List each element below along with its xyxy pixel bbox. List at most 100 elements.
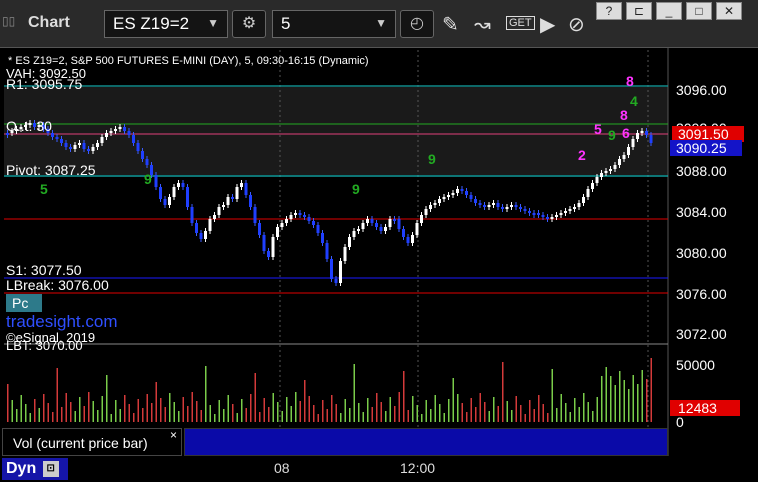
minimize-button[interactable]: _ [656,2,682,20]
candle [384,227,387,231]
candle [519,207,522,209]
maximize-button[interactable]: □ [686,2,712,20]
candle [649,135,653,143]
volume-bar [394,406,396,422]
volume-bar [331,395,333,422]
opt-label: O..t: 30 [6,118,52,134]
volume-bar [11,400,13,422]
lbreak-label: LBreak: 3076.00 [6,277,109,293]
volume-bar [448,399,450,422]
volume-bar [124,395,126,422]
volume-bar [439,404,441,422]
volume-bar [169,393,171,422]
candle [285,219,288,223]
volume-bar [551,369,553,422]
close-button[interactable]: ✕ [716,2,742,20]
volume-bar [520,405,522,422]
candle [82,143,86,149]
link-button[interactable]: ⊏ [626,2,652,20]
candle [69,147,72,149]
candle [204,231,207,239]
volume-bar [155,382,157,422]
tradesight-watermark: tradesight.com [6,312,118,331]
alert-icon[interactable]: ⊘ [568,12,585,37]
volume-bar [628,389,630,422]
candle [208,219,212,231]
volume-bar [376,393,378,422]
candle [645,131,648,135]
candle [375,223,378,227]
volume-bar [56,368,58,422]
study-icon[interactable]: ↝ [474,12,491,37]
candle [613,165,617,169]
volume-bar [434,395,436,422]
volume-bar [7,384,9,422]
candle [289,215,293,219]
settings-button[interactable]: ⚙ [232,10,266,38]
candle [127,131,131,135]
volume-bar [146,394,148,422]
volume-bar [52,412,54,422]
candle [55,137,59,139]
interval-select[interactable]: 5 ▼ [272,10,396,38]
volume-bar [200,410,202,422]
price-tick: 3076.00 [676,286,727,302]
candle [231,197,234,199]
signal-label: 9 [352,181,360,197]
candle [114,129,117,131]
volume-bar [128,404,130,422]
volume-bar [457,394,459,422]
volume-bar [61,407,63,422]
volume-bar [317,414,319,422]
volume-bar [344,399,346,422]
candle [541,215,545,217]
volume-bar [286,397,288,422]
dynamic-button[interactable]: Dyn ⊡ [2,458,68,480]
volume-bar [574,398,576,422]
grip-icon[interactable]: ▯▯ [2,14,15,28]
candle [96,143,99,147]
get-icon[interactable]: GET [506,16,535,30]
volume-bar [272,393,274,422]
candle [379,227,383,231]
close-icon[interactable]: × [170,428,177,442]
candle [163,199,167,205]
volume-bar [232,404,234,422]
clock-icon: ◴ [410,15,424,32]
play-icon[interactable]: ▶ [540,12,555,37]
pencil-icon[interactable]: ✎ [442,12,459,37]
candle [348,237,351,247]
candle [388,219,392,227]
volume-bar [263,398,265,422]
candle [618,159,621,165]
signal-label: 5 [594,121,602,137]
lbt-label: LBT: 3070.00 [6,338,83,353]
candle [370,219,374,223]
candle [177,183,180,187]
candle [312,221,315,225]
price-chart[interactable]: 84529999586 [0,48,758,460]
help-button[interactable]: ? [596,2,622,20]
pc-badge: Pc [6,294,42,312]
volume-bar [70,402,72,422]
volume-bar [385,411,387,422]
current-price-badge: 3090.25 [670,140,742,156]
candle [226,197,230,205]
time-button[interactable]: ◴ [400,10,434,38]
volume-bar [47,403,49,422]
volume-bar [322,400,324,422]
volume-bar [178,411,180,422]
signal-label: 8 [626,73,634,89]
volume-bar [142,408,144,422]
gear-icon: ⚙ [241,15,257,32]
volume-legend-strip [184,428,668,456]
candle [217,207,221,215]
volume-legend: Vol (current price bar) [2,428,182,456]
volume-bar [79,397,81,422]
volume-bar [403,371,405,422]
signal-label: 9 [144,171,152,187]
symbol-select[interactable]: ES Z19=2 ▼ [104,10,228,38]
volume-bar [466,412,468,422]
candle [447,195,450,197]
candle [267,251,270,257]
